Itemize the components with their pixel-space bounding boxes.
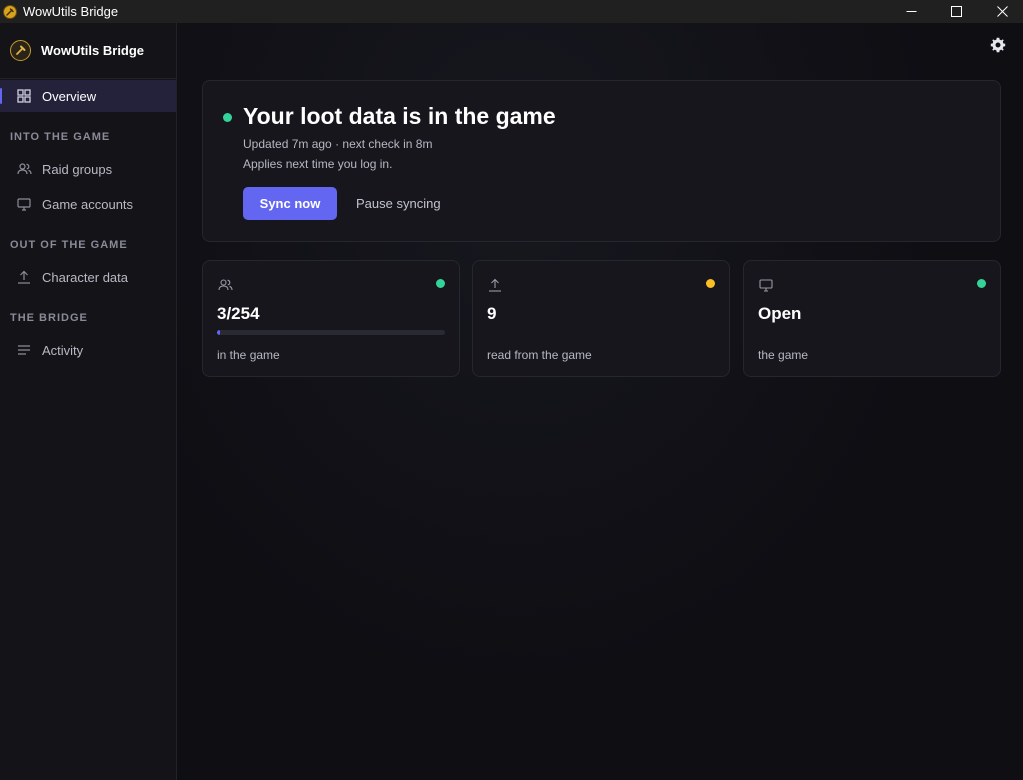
grid-icon (16, 88, 32, 104)
main-content: Your loot data is in the game Updated 7m… (178, 23, 1023, 780)
progress-bar (217, 330, 445, 335)
stat-card-character-data[interactable]: 9 read from the game (472, 260, 730, 377)
section-label-into-the-game: INTO THE GAME (10, 131, 111, 143)
users-icon (217, 277, 233, 293)
brand[interactable]: WowUtils Bridge (10, 40, 144, 61)
window-title: WowUtils Bridge (23, 4, 119, 19)
stat-label: the game (758, 348, 809, 362)
sidebar-item-label: Game accounts (42, 196, 134, 212)
status-dot-green (436, 279, 445, 288)
status-dot-yellow (706, 279, 715, 288)
progress-fill (217, 330, 220, 335)
close-icon[interactable] (979, 0, 1023, 23)
stat-card-raid-groups[interactable]: 3/254 in the game (202, 260, 460, 377)
pause-syncing-button[interactable]: Pause syncing (356, 187, 441, 220)
sync-status-card: Your loot data is in the game Updated 7m… (202, 80, 1001, 242)
sidebar-item-raid-groups[interactable]: Raid groups (0, 153, 176, 185)
upload-icon (16, 269, 32, 285)
last-updated-text: Updated 7m ago · next check in 8m (243, 137, 433, 151)
wrench-logo-icon (10, 40, 31, 61)
stat-value: 3/254 (217, 304, 260, 323)
sidebar-item-label: Overview (42, 88, 97, 104)
maximize-icon[interactable] (933, 0, 979, 23)
sidebar-item-label: Activity (42, 342, 84, 358)
gear-icon[interactable] (990, 37, 1006, 53)
status-dot-green (223, 113, 232, 122)
sync-now-button[interactable]: Sync now (243, 187, 337, 220)
section-label-the-bridge: THE BRIDGE (10, 312, 88, 324)
title-bar: WowUtils Bridge (0, 0, 1023, 23)
hero-title: Your loot data is in the game (243, 103, 556, 129)
sidebar-item-character-data[interactable]: Character data (0, 261, 176, 293)
status-dot-green (977, 279, 986, 288)
sidebar-item-game-accounts[interactable]: Game accounts (0, 188, 176, 220)
section-label-out-of-the-game: OUT OF THE GAME (10, 239, 128, 251)
list-icon (16, 342, 32, 358)
brand-name: WowUtils Bridge (41, 43, 145, 58)
sidebar-item-label: Character data (42, 269, 128, 285)
monitor-icon (16, 196, 32, 212)
sidebar-item-overview[interactable]: Overview (0, 80, 176, 112)
minimize-icon[interactable] (888, 0, 934, 23)
app-icon (3, 4, 17, 19)
stat-value: Open (758, 304, 802, 323)
stat-label: read from the game (487, 348, 592, 362)
monitor-icon (758, 277, 774, 293)
divider (0, 78, 177, 79)
sidebar-item-label: Raid groups (42, 161, 113, 177)
stat-card-game-status[interactable]: Open the game (743, 260, 1001, 377)
applies-note: Applies next time you log in. (243, 157, 393, 171)
sidebar: WowUtils Bridge Overview INTO THE GAME R… (0, 23, 177, 780)
users-icon (16, 161, 32, 177)
stat-label: in the game (217, 348, 280, 362)
sidebar-item-activity[interactable]: Activity (0, 334, 176, 366)
stat-value: 9 (487, 304, 497, 323)
upload-icon (487, 277, 503, 293)
